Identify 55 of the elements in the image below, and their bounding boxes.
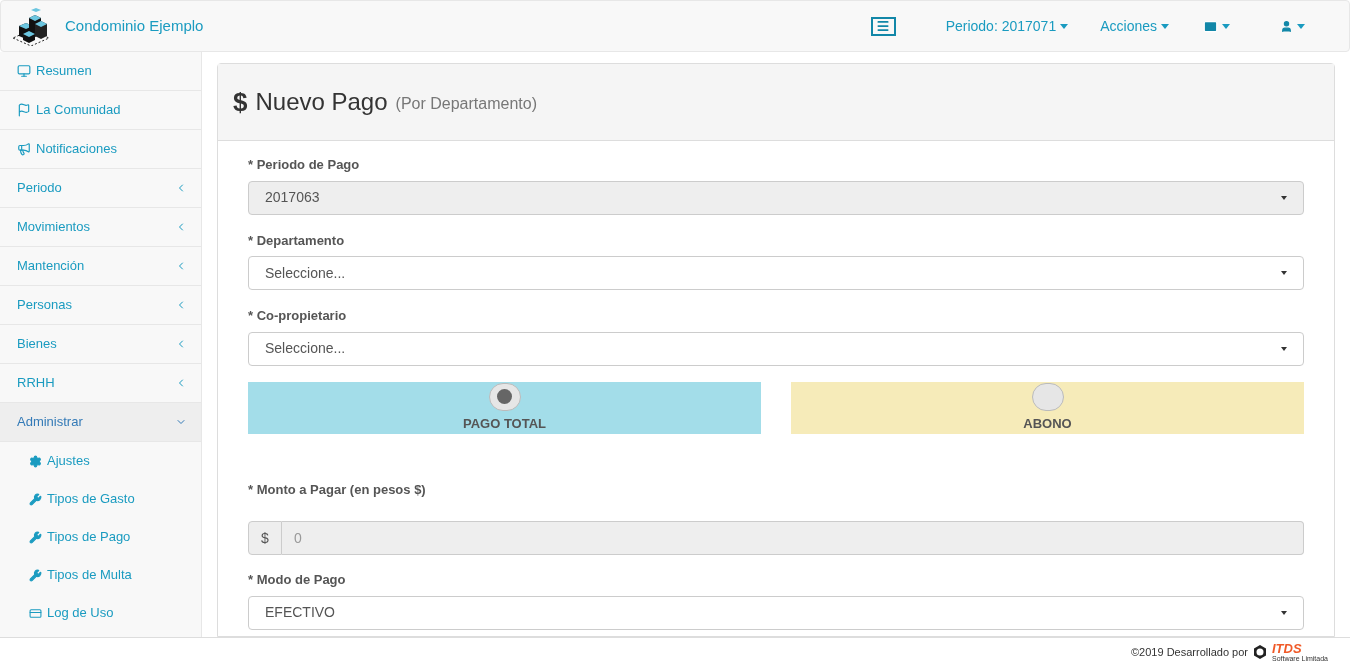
sidebar-item[interactable]: Resumen <box>0 52 201 91</box>
field-label: * Co-propietario <box>248 307 348 325</box>
navbar-dropdown[interactable]: Acciones <box>1084 15 1185 37</box>
brand-name[interactable]: Condominio Ejemplo <box>65 14 204 38</box>
sidebar-item[interactable]: Notificaciones <box>0 130 201 169</box>
caret-icon <box>1161 23 1169 29</box>
footer-text: ©2019 Desarrollado por <box>1131 644 1248 660</box>
select-field[interactable]: EFECTIVO <box>248 595 1304 630</box>
sidebar-subitem-icon <box>29 606 42 620</box>
radio-button[interactable] <box>1031 382 1064 411</box>
navbar-dropdown[interactable]: Periodo: 2017071 <box>929 15 1085 37</box>
select-field[interactable]: Seleccione... <box>248 331 1304 366</box>
user-icon <box>1280 19 1293 33</box>
nut-logo-icon <box>1251 644 1268 660</box>
sidebar-subitem[interactable]: Ajustes <box>0 442 201 480</box>
select-field[interactable]: Seleccione... <box>248 256 1304 290</box>
sidebar-item-icon <box>17 103 31 117</box>
caret-icon <box>1060 23 1069 29</box>
sidebar-subitem[interactable]: Log de Uso <box>0 594 201 632</box>
caret-icon <box>1281 195 1287 200</box>
sidebar-subitem-icon <box>29 454 42 468</box>
field-label: * Departamento <box>248 231 346 250</box>
sidebar-group[interactable]: Administrar <box>0 403 201 442</box>
field-label: * Periodo de Pago <box>248 156 361 174</box>
sidebar-subitem-icon <box>29 568 42 582</box>
sidebar-group[interactable]: Movimientos <box>0 208 201 247</box>
payment-type-option[interactable]: ABONO <box>791 381 1304 434</box>
sidebar-item[interactable]: La Comunidad <box>0 91 201 130</box>
sidebar-item-icon <box>17 64 31 78</box>
caret-icon <box>1281 610 1287 615</box>
sidebar-subitem-icon <box>29 492 42 506</box>
panel-subtitle: (Por Departamento) <box>395 94 537 114</box>
payment-type-option[interactable]: PAGO TOTAL <box>248 381 761 434</box>
sidebar-subitem[interactable]: Tipos de Pago <box>0 518 201 556</box>
sidebar-group[interactable]: Personas <box>0 286 201 325</box>
field-label: * Modo de Pago <box>248 571 347 589</box>
dollar-icon: $ <box>233 82 248 122</box>
sidebar-subitem[interactable]: Tipos de Multa <box>0 556 201 594</box>
sidebar-group[interactable]: Mantención <box>0 247 201 286</box>
caret-icon <box>1281 271 1287 275</box>
currency-addon: $ <box>248 521 282 555</box>
menu-toggle-button[interactable] <box>870 16 896 36</box>
caret-icon <box>1222 23 1230 29</box>
caret-icon <box>1297 23 1305 29</box>
panel-title: Nuevo Pago <box>255 87 388 117</box>
field-label: * Monto a Pagar (en pesos $) <box>248 480 427 499</box>
sidebar-item-icon <box>17 142 31 156</box>
sidebar-group[interactable]: Periodo <box>0 169 201 208</box>
sidebar-subitem-icon <box>29 530 42 544</box>
radio-button[interactable] <box>488 382 521 411</box>
logo-text: ITDS <box>1271 642 1303 655</box>
sidebar-group[interactable]: Bienes <box>0 325 201 364</box>
sidebar-subitem[interactable]: Tipos de Gasto <box>0 480 201 518</box>
caret-icon <box>1281 346 1287 351</box>
menu-icon <box>876 19 891 33</box>
